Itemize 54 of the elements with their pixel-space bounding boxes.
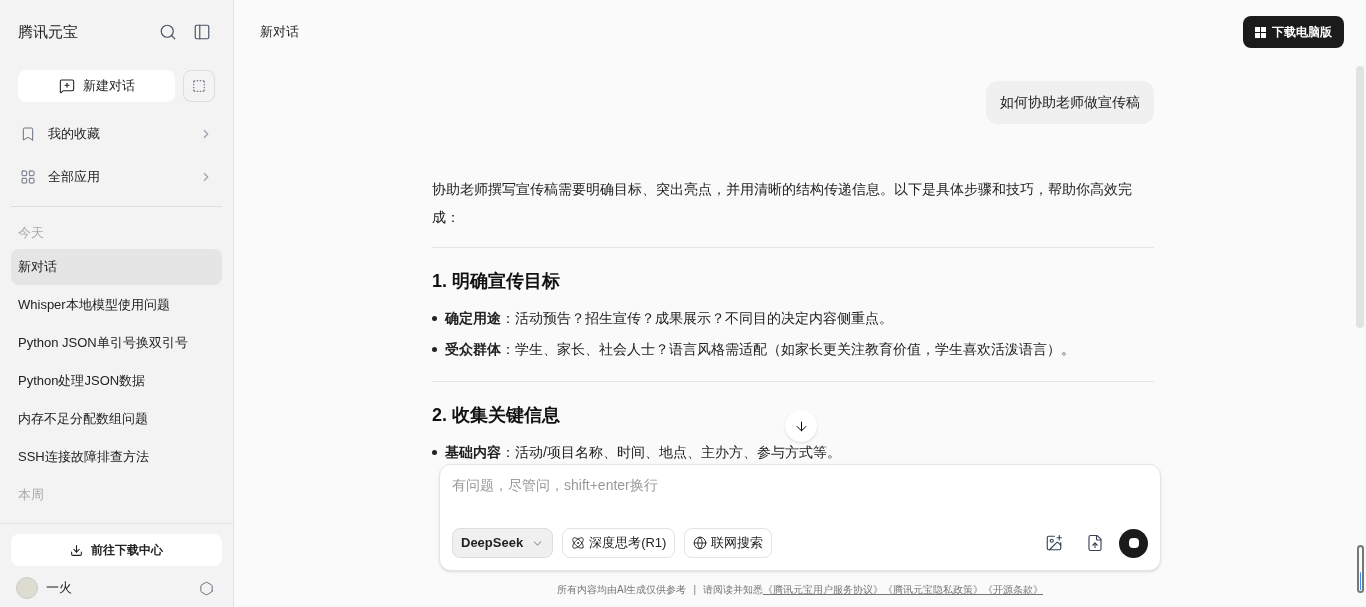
sidebar-toggle-icon[interactable] <box>193 23 211 41</box>
bullet-text: 确定用途：活动预告？招生宣传？成果展示？不同目的决定内容侧重点。 <box>445 309 893 328</box>
file-upload-icon[interactable] <box>1086 534 1104 552</box>
settings-icon[interactable] <box>199 580 214 596</box>
bullet-icon <box>432 347 437 352</box>
disclaimer-text: 所有内容均由AI生成仅供参考 <box>556 582 687 597</box>
scroll-indicator-icon <box>1357 545 1364 593</box>
bullet-icon <box>432 316 437 321</box>
history-item[interactable]: Python JSON单引号换双引号 <box>11 325 222 361</box>
answer-paragraph: 协助老师撰写宣传稿需要明确目标、突出亮点，并用清晰的结构传递信息。以下是具体步骤和技巧，帮助你高效完成： <box>432 180 1133 227</box>
history-item[interactable]: 新对话 <box>11 249 222 285</box>
nav-item[interactable]: 我的收藏 <box>11 112 222 155</box>
download-icon <box>70 543 83 557</box>
download-desktop-button[interactable]: 下载电脑版 <box>1243 16 1344 48</box>
history-group-label: 今天 <box>17 224 45 242</box>
atom-icon <box>571 536 586 550</box>
image-upload-icon[interactable] <box>1045 534 1063 552</box>
model-selector[interactable]: DeepSeek <box>452 528 554 558</box>
bullet-text: 受众群体：学生、家长、社会人士？语言风格需适配（如家长更关注教育价值，学生喜欢活泼语言）。 <box>445 340 1075 359</box>
toggle-button[interactable]: 联网搜索 <box>684 528 773 558</box>
scroll-down-button[interactable] <box>785 410 817 442</box>
bookmark-icon <box>20 125 36 142</box>
answer-heading: 1. 明确宣传目标 <box>432 270 560 293</box>
answer-heading: 2. 收集关键信息 <box>432 404 560 427</box>
message-input[interactable]: 有问题，尽管问，shift+enter换行 <box>452 475 1148 496</box>
arrow-down-icon <box>793 418 809 434</box>
user-message: 如何协助老师做宣传稿 <box>986 81 1154 124</box>
search-icon[interactable] <box>159 23 177 41</box>
scrollbar-thumb[interactable] <box>1356 66 1364 328</box>
toggle-button[interactable]: 深度思考(R1) <box>562 528 676 558</box>
bullet-text: 基础内容：活动/项目名称、时间、地点、主办方、参与方式等。 <box>445 443 841 462</box>
new-chat-button[interactable]: 新建对话 <box>18 70 175 102</box>
stop-button[interactable] <box>1119 528 1148 558</box>
download-center-button[interactable]: 前往下载中心 <box>11 534 222 566</box>
policy-link[interactable]: 《开源条款》 <box>983 581 1044 597</box>
globe-icon <box>693 536 708 550</box>
chat-plus-icon <box>58 78 75 94</box>
apps-icon <box>20 168 36 185</box>
history-item[interactable]: SSH连接故障排查方法 <box>11 439 222 475</box>
agreement-prefix: 请阅读并知悉 <box>703 582 764 597</box>
history-item[interactable]: 内存不足分配数组问题 <box>11 401 222 437</box>
policy-link[interactable]: 《腾讯元宝用户服务协议》 <box>763 581 884 597</box>
dashed-square-icon <box>192 79 206 93</box>
nav-item[interactable]: 全部应用 <box>11 155 222 198</box>
app-title: 腾讯元宝 <box>18 21 78 42</box>
user-name: 一火 <box>46 579 72 598</box>
bullet-icon <box>432 450 437 455</box>
history-group-label: 本周 <box>17 486 45 504</box>
chat-title: 新对话 <box>260 23 299 42</box>
separator: | <box>693 582 697 597</box>
policy-link[interactable]: 《腾讯元宝隐私政策》 <box>883 581 984 597</box>
windows-icon <box>1255 26 1266 38</box>
history-item[interactable]: Whisper本地模型使用问题 <box>11 287 222 323</box>
history-item[interactable]: Python处理JSON数据 <box>11 363 222 399</box>
